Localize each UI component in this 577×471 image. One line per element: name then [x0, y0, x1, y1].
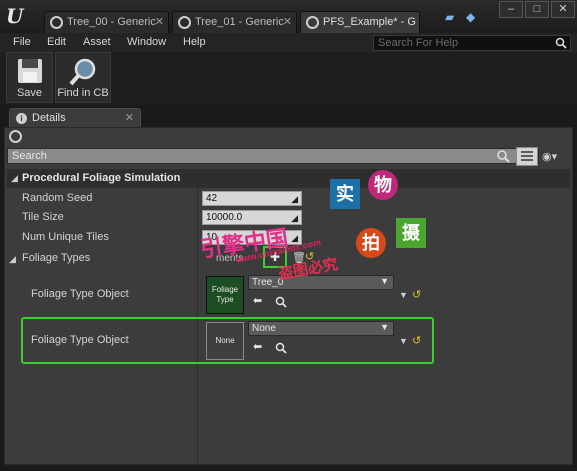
- chevron-down-icon[interactable]: ▼: [399, 290, 408, 300]
- asset-picker-combo[interactable]: Tree_0 ▼: [248, 275, 394, 290]
- watermark-char: 摄: [396, 218, 426, 248]
- minimize-button[interactable]: –: [499, 1, 523, 18]
- close-icon[interactable]: ✕: [155, 15, 164, 28]
- collapse-arrow-icon: ◢: [11, 173, 18, 183]
- close-icon[interactable]: ✕: [125, 111, 134, 124]
- info-icon: i: [16, 113, 27, 124]
- list-view-icon: [521, 151, 533, 161]
- help-search-input[interactable]: Search For Help: [373, 35, 571, 51]
- window-controls: – □ ✕: [499, 1, 575, 18]
- lock-row: [5, 128, 572, 146]
- search-icon[interactable]: [275, 342, 287, 354]
- toolbar: Save Find in CB: [0, 52, 577, 105]
- asset-tab-icon: [178, 16, 191, 29]
- menu-help[interactable]: Help: [183, 36, 206, 48]
- expand-arrow-icon[interactable]: ◢: [9, 254, 16, 265]
- drag-handle-icon[interactable]: ◢: [291, 194, 298, 205]
- search-icon[interactable]: [496, 149, 510, 163]
- use-selected-icon[interactable]: ⬅: [253, 340, 262, 353]
- view-options-button[interactable]: [516, 147, 538, 166]
- chevron-down-icon: ▼: [380, 322, 389, 332]
- close-button[interactable]: ✕: [551, 1, 575, 18]
- menu-bar: File Edit Asset Window Help Search For H…: [0, 33, 577, 52]
- category-header[interactable]: ◢ Procedural Foliage Simulation: [7, 169, 570, 188]
- hat-icon[interactable]: ◆: [466, 10, 480, 24]
- tab-details[interactable]: i Details ✕: [9, 108, 141, 127]
- details-search-input[interactable]: Search: [7, 148, 539, 164]
- chat-icon[interactable]: ▰: [445, 10, 459, 24]
- random-seed-label: Random Seed: [22, 192, 93, 204]
- asset-thumbnail[interactable]: None: [206, 322, 244, 360]
- watermark-char: 物: [368, 170, 398, 200]
- unreal-logo-icon: U: [6, 4, 24, 28]
- menu-file[interactable]: File: [13, 36, 31, 48]
- details-panel: Search ◉▾ ◢ Procedural Foliage Simulatio…: [4, 127, 573, 465]
- chevron-down-icon[interactable]: ▼: [399, 336, 408, 346]
- search-icon: [555, 37, 567, 49]
- reset-icon[interactable]: ↺: [412, 288, 421, 301]
- drag-handle-icon[interactable]: ◢: [291, 213, 298, 224]
- menu-edit[interactable]: Edit: [47, 36, 66, 48]
- foliage-type-object-label: Foliage Type Object: [31, 334, 129, 346]
- use-selected-icon[interactable]: ⬅: [253, 294, 262, 307]
- watermark-char: 实: [330, 179, 360, 209]
- reset-icon[interactable]: ↺: [412, 334, 421, 347]
- magnifier-icon: [69, 58, 96, 86]
- eye-icon[interactable]: ◉▾: [542, 150, 566, 163]
- random-seed-input[interactable]: 42 ◢: [202, 191, 302, 206]
- asset-picker-combo[interactable]: None ▼: [248, 321, 394, 336]
- close-icon[interactable]: ✕: [283, 15, 292, 28]
- title-bar: U Tree_00 - Generic ✕ Tree_01 - Generic …: [0, 0, 577, 33]
- asset-thumbnail[interactable]: Foliage Type: [206, 276, 244, 314]
- foliage-types-label: Foliage Types: [22, 252, 91, 264]
- num-unique-tiles-label: Num Unique Tiles: [22, 231, 109, 243]
- menu-asset[interactable]: Asset: [83, 36, 111, 48]
- maximize-button[interactable]: □: [525, 1, 549, 18]
- watermark-char: 拍: [356, 228, 386, 258]
- save-icon: [17, 59, 42, 83]
- search-icon[interactable]: [275, 296, 287, 308]
- tab-pfs-example[interactable]: PFS_Example* - G: [300, 11, 420, 33]
- details-tab-row: i Details ✕: [0, 105, 577, 127]
- lock-icon[interactable]: [9, 130, 22, 143]
- find-in-cb-button[interactable]: Find in CB: [55, 52, 111, 103]
- tab-tree-00[interactable]: Tree_00 - Generic ✕: [44, 11, 169, 33]
- tile-size-label: Tile Size: [22, 211, 64, 223]
- foliage-type-object-label: Foliage Type Object: [31, 288, 129, 300]
- chevron-down-icon: ▼: [380, 276, 389, 286]
- asset-tab-icon: [306, 16, 319, 29]
- tile-size-input[interactable]: 10000.0 ◢: [202, 210, 302, 225]
- menu-window[interactable]: Window: [127, 36, 166, 48]
- tab-tree-01[interactable]: Tree_01 - Generic ✕: [172, 11, 297, 33]
- save-button[interactable]: Save: [6, 52, 53, 103]
- asset-tab-icon: [50, 16, 63, 29]
